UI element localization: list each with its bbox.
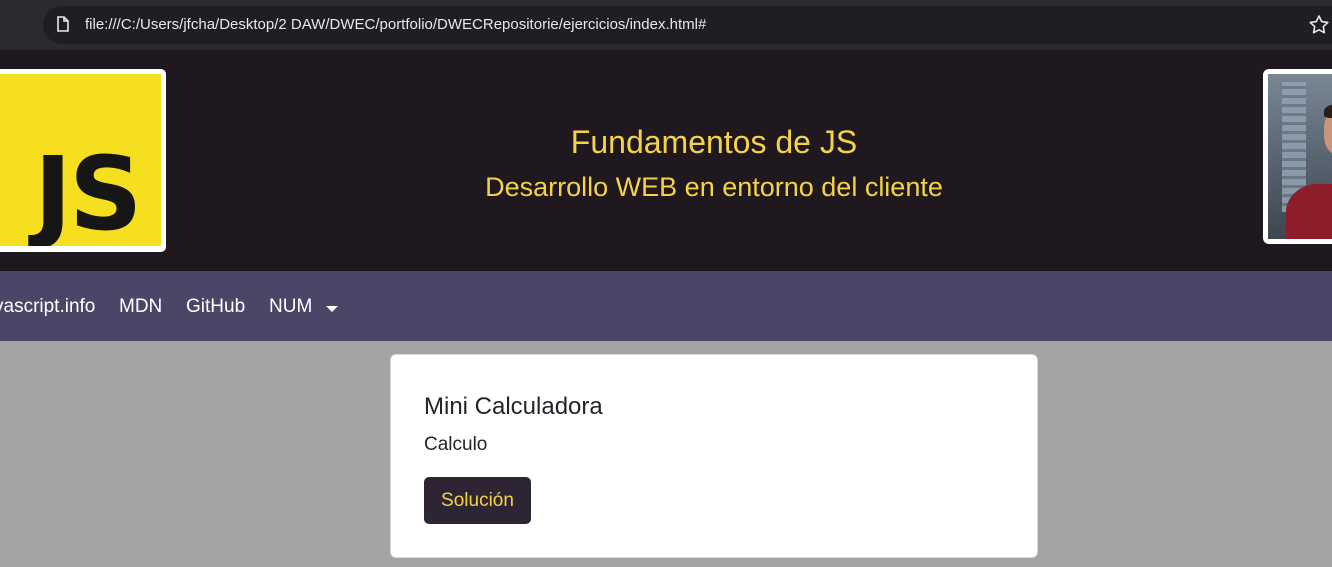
site-header: JS Fundamentos de JS Desarrollo WEB en e… (0, 50, 1332, 271)
nav-link-github[interactable]: GitHub (186, 295, 245, 319)
nav-dropdown-num[interactable]: NUM (269, 295, 312, 319)
photo-person-hair (1324, 104, 1332, 118)
js-logo-badge: JS (0, 74, 161, 246)
card-title: Mini Calculadora (424, 393, 603, 420)
bookmark-star-icon[interactable] (1308, 14, 1330, 36)
solution-button[interactable]: Solución (424, 477, 531, 524)
page-subtitle: Desarrollo WEB en entorno del cliente (485, 172, 943, 202)
chevron-down-icon[interactable] (326, 306, 338, 312)
browser-toolbar: file:///C:/Users/jfcha/Desktop/2 DAW/DWE… (0, 0, 1332, 50)
nav-link-javascript-info[interactable]: vascript.info (0, 295, 95, 319)
nav-link-mdn[interactable]: MDN (119, 295, 162, 319)
page-icon (57, 16, 69, 32)
main-navbar: vascript.info MDN GitHub NUM (0, 271, 1332, 341)
card-text: Calculo (424, 434, 488, 455)
url-text: file:///C:/Users/jfcha/Desktop/2 DAW/DWE… (85, 16, 707, 33)
address-bar[interactable]: file:///C:/Users/jfcha/Desktop/2 DAW/DWE… (43, 6, 1332, 44)
js-logo: JS (0, 69, 166, 252)
exercise-card: Mini Calculadora Calculo Solución (390, 354, 1038, 558)
profile-photo (1263, 69, 1332, 244)
js-logo-text: JS (34, 135, 142, 246)
header-titles: Fundamentos de JS Desarrollo WEB en ento… (414, 122, 1014, 204)
page-title: Fundamentos de JS (570, 124, 858, 160)
profile-photo-image (1268, 74, 1332, 239)
